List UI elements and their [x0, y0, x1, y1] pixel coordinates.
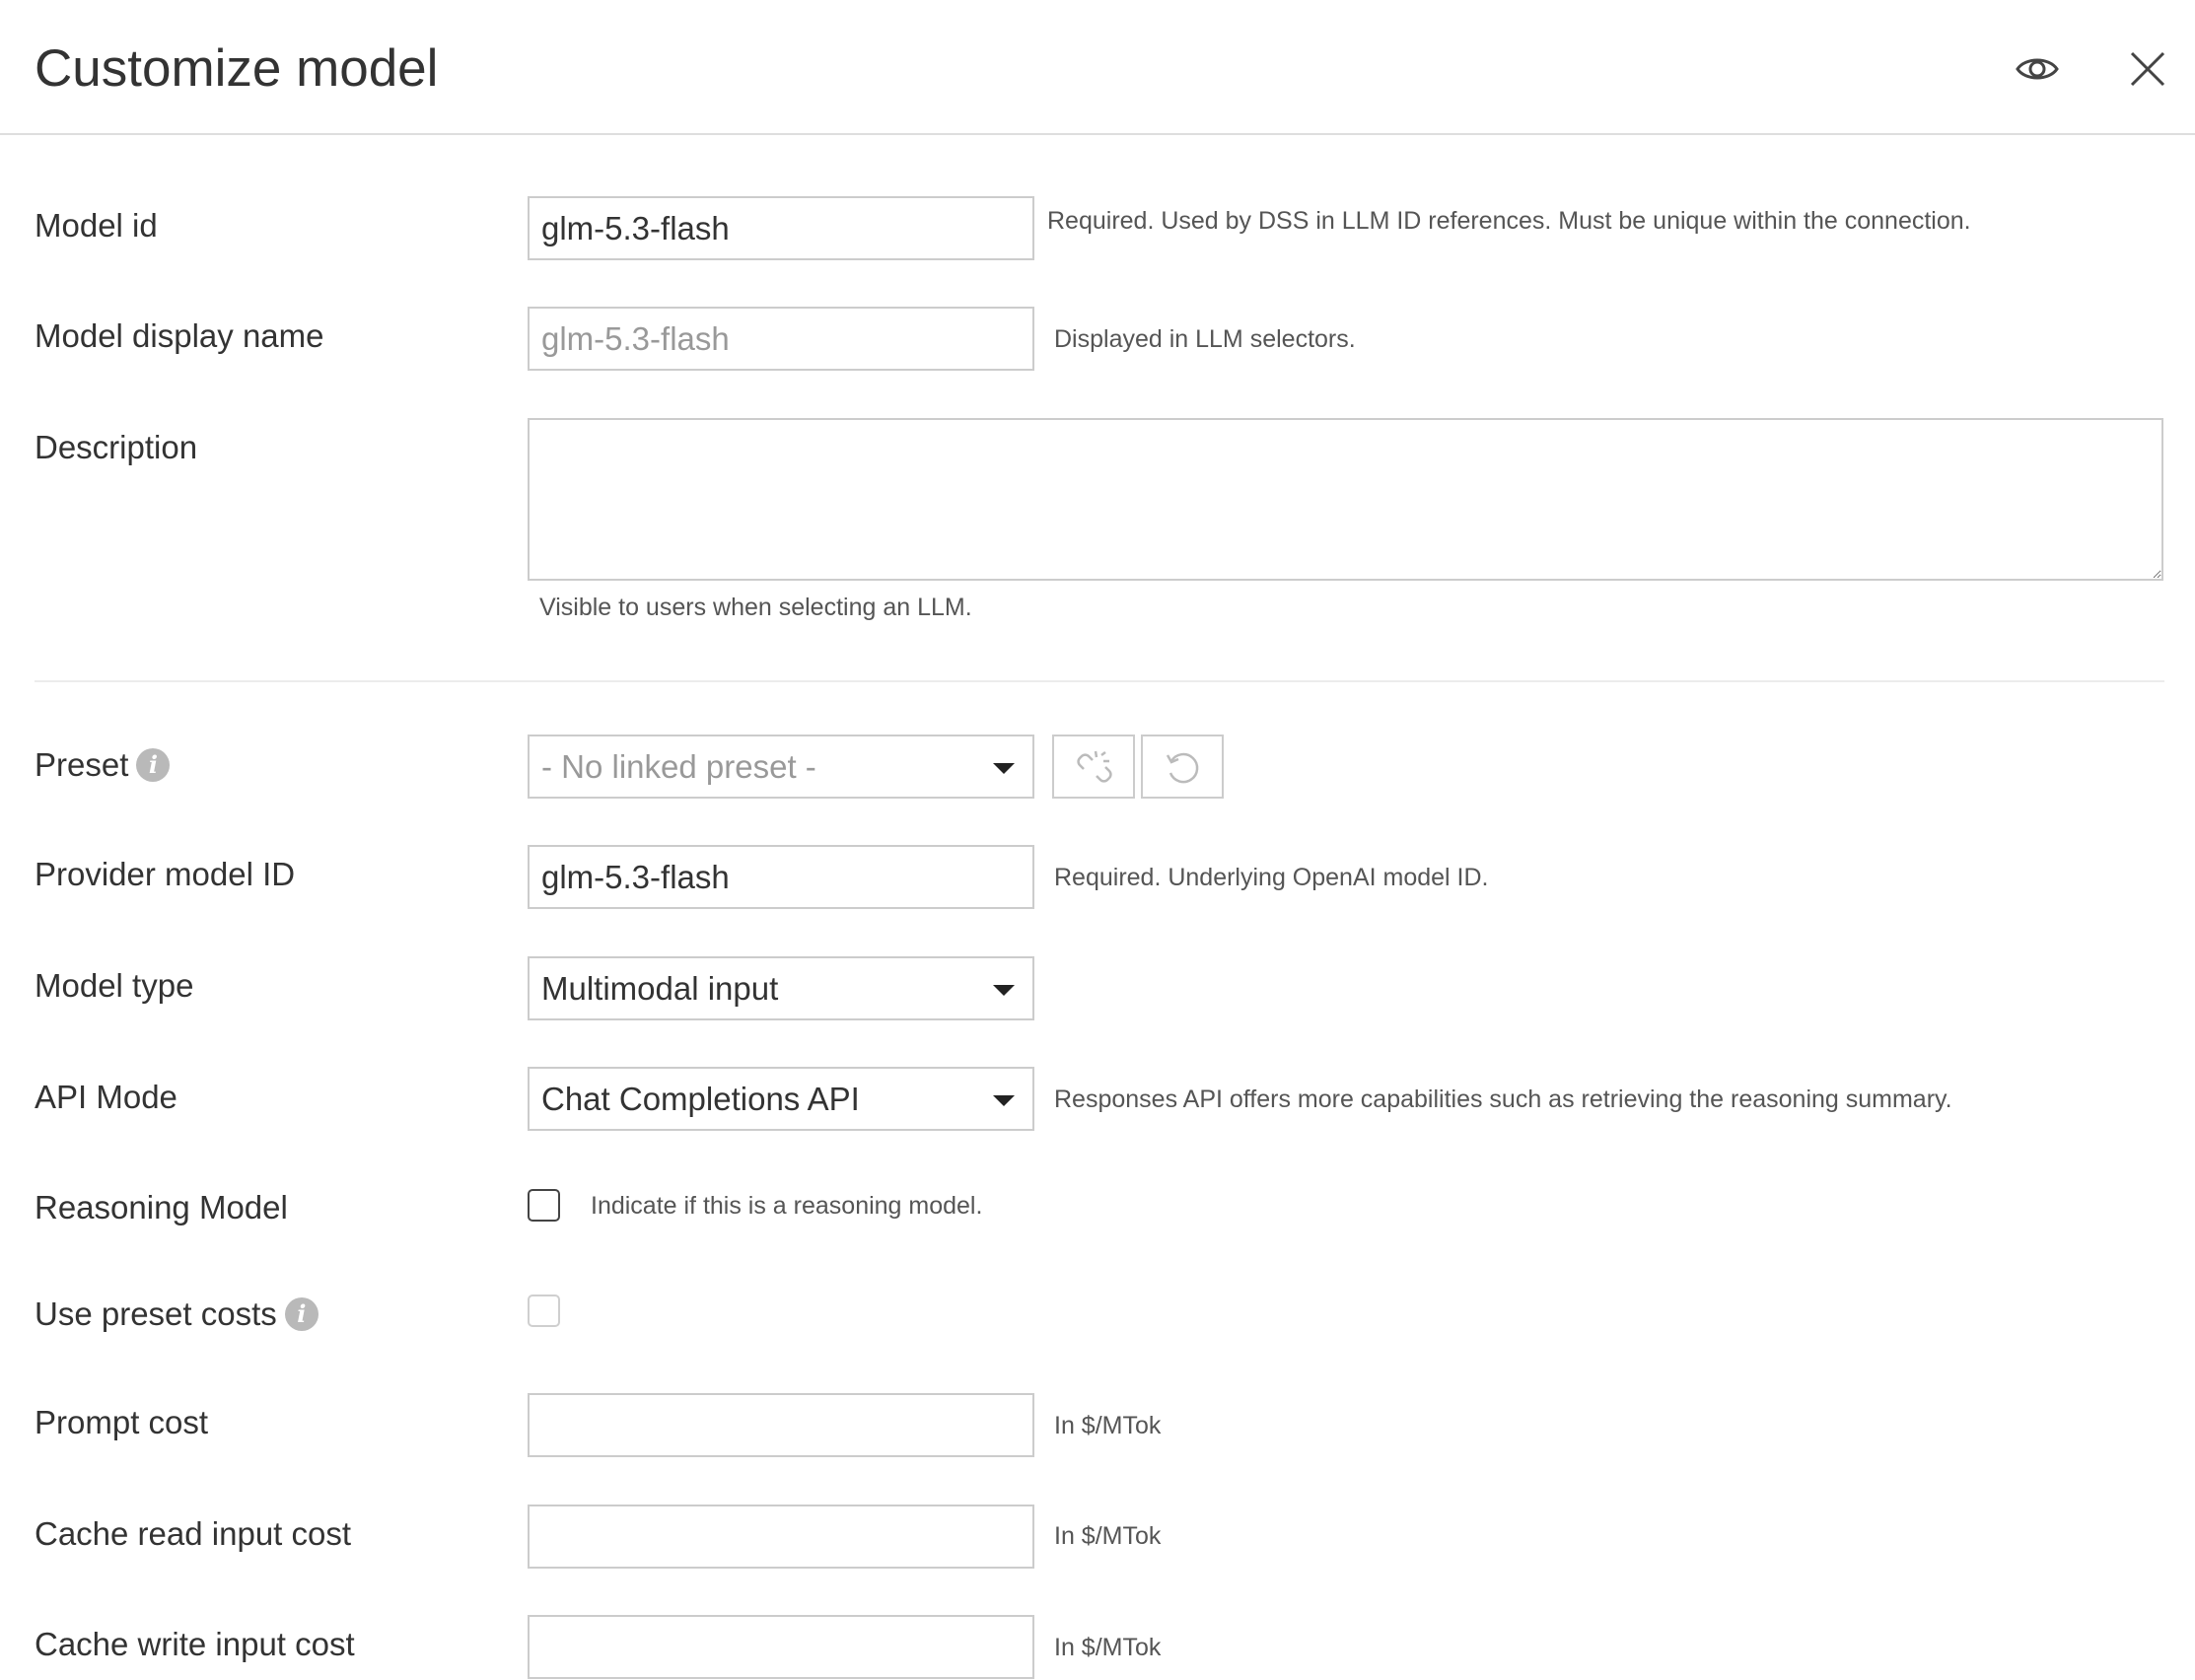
- reset-icon: [1166, 752, 1199, 784]
- model-type-label: Model type: [35, 967, 194, 1004]
- model-type-selected-value: Multimodal input: [541, 970, 779, 1007]
- reset-preset-button[interactable]: [1141, 735, 1224, 799]
- preset-label: Preset i: [35, 743, 171, 787]
- eye-icon: [2016, 58, 2059, 80]
- api-mode-label: API Mode: [35, 1079, 177, 1115]
- model-id-input[interactable]: [528, 196, 1034, 260]
- preset-selected-value: - No linked preset -: [541, 748, 816, 785]
- info-icon[interactable]: i: [136, 748, 171, 783]
- close-button[interactable]: [2120, 41, 2175, 97]
- preset-label-text: Preset: [35, 746, 129, 783]
- cache-read-cost-hint: In $/MTok: [1054, 1522, 1162, 1550]
- description-hint: Visible to users when selecting an LLM.: [539, 594, 972, 621]
- chevron-down-icon: [993, 763, 1015, 774]
- model-type-select[interactable]: Multimodal input: [528, 956, 1034, 1020]
- display-name-hint: Displayed in LLM selectors.: [1054, 325, 1356, 353]
- use-preset-costs-label: Use preset costs i: [35, 1293, 319, 1336]
- section-divider: [35, 680, 2164, 682]
- provider-model-id-label: Provider model ID: [35, 856, 296, 892]
- api-mode-select[interactable]: Chat Completions API: [528, 1067, 1034, 1131]
- cache-write-cost-input[interactable]: [528, 1615, 1034, 1679]
- info-icon[interactable]: i: [284, 1297, 319, 1332]
- model-id-label: Model id: [35, 207, 158, 244]
- close-icon: [2130, 51, 2165, 87]
- modal-title: Customize model: [35, 39, 439, 98]
- prompt-cost-input[interactable]: [528, 1393, 1034, 1457]
- preset-select[interactable]: - No linked preset -: [528, 735, 1034, 799]
- cache-read-cost-input[interactable]: [528, 1505, 1034, 1569]
- display-name-input[interactable]: [528, 307, 1034, 371]
- chevron-down-icon: [993, 1095, 1015, 1106]
- cache-write-cost-label: Cache write input cost: [35, 1626, 355, 1662]
- prompt-cost-label: Prompt cost: [35, 1404, 209, 1440]
- cache-read-cost-label: Cache read input cost: [35, 1515, 352, 1552]
- api-mode-hint: Responses API offers more capabilities s…: [1054, 1085, 1952, 1113]
- display-name-label: Model display name: [35, 317, 324, 354]
- cache-write-cost-hint: In $/MTok: [1054, 1634, 1162, 1661]
- unlink-preset-button[interactable]: [1052, 735, 1135, 799]
- api-mode-selected-value: Chat Completions API: [541, 1081, 860, 1117]
- prompt-cost-hint: In $/MTok: [1054, 1412, 1162, 1439]
- reasoning-model-checkbox[interactable]: [528, 1189, 560, 1222]
- unlink-icon: [1077, 750, 1112, 783]
- preview-button[interactable]: [2010, 41, 2065, 97]
- reasoning-model-hint: Indicate if this is a reasoning model.: [591, 1192, 983, 1220]
- model-id-hint: Required. Used by DSS in LLM ID referenc…: [1047, 207, 1971, 235]
- description-textarea[interactable]: [528, 418, 2163, 581]
- provider-model-id-hint: Required. Underlying OpenAI model ID.: [1054, 864, 1489, 891]
- reasoning-model-label: Reasoning Model: [35, 1189, 288, 1225]
- use-preset-costs-label-text: Use preset costs: [35, 1295, 277, 1332]
- use-preset-costs-checkbox[interactable]: [528, 1295, 560, 1327]
- description-label: Description: [35, 429, 198, 465]
- modal-header: Customize model: [0, 0, 2195, 135]
- provider-model-id-input[interactable]: [528, 845, 1034, 909]
- chevron-down-icon: [993, 985, 1015, 996]
